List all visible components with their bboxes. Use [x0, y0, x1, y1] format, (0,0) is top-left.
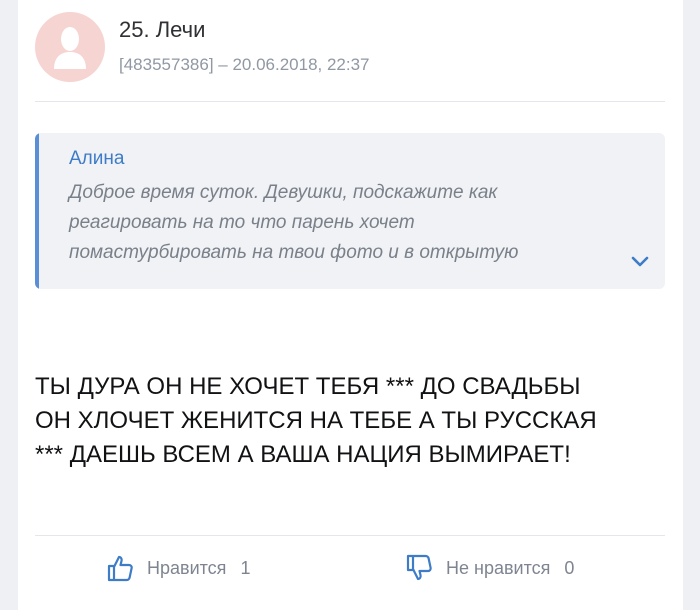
dislike-button[interactable]: Не нравится 0	[404, 550, 574, 586]
comment-card: 25. Лечи [483557386] – 20.06.2018, 22:37…	[18, 0, 683, 610]
quote-line: Доброе время суток. Девушки, подскажите …	[69, 182, 498, 203]
author-name[interactable]: 25. Лечи	[119, 17, 205, 43]
user-silhouette-icon	[54, 27, 86, 69]
post-meta: [483557386] – 20.06.2018, 22:37	[119, 55, 370, 74]
thumbs-down-icon	[406, 554, 432, 581]
avatar[interactable]	[35, 12, 105, 82]
quoted-message[interactable]: Алина Доброе время суток. Девушки, подск…	[35, 133, 665, 289]
divider	[35, 101, 665, 102]
comment-line: ТЫ ДУРА ОН НЕ ХОЧЕТ ТЕБЯ *** ДО СВАДЬБЫ	[35, 373, 581, 400]
quote-line: реагировать на то что парень хочет	[69, 212, 415, 233]
thumbs-up-icon	[107, 555, 133, 582]
like-count: 1	[240, 557, 251, 578]
quote-line: помастурбировать на твои фото и в открыт…	[69, 242, 519, 263]
comment-text: ТЫ ДУРА ОН НЕ ХОЧЕТ ТЕБЯ *** ДО СВАДЬБЫ …	[35, 370, 675, 472]
quote-bar	[35, 133, 39, 289]
dislike-count: 0	[564, 557, 575, 578]
dislike-label: Не нравится	[446, 557, 551, 578]
quote-text: Доброе время суток. Девушки, подскажите …	[69, 178, 629, 268]
comment-line: *** ДАЕШЬ ВСЕМ А ВАША НАЦИЯ ВЫМИРАЕТ!	[35, 441, 571, 468]
like-button[interactable]: Нравится 1	[105, 550, 250, 586]
like-label: Нравится	[147, 557, 227, 578]
divider	[35, 535, 665, 536]
chevron-down-icon[interactable]	[628, 249, 652, 273]
quote-author[interactable]: Алина	[69, 148, 124, 170]
comment-line: ОН ХЛОЧЕТ ЖЕНИТСЯ НА ТЕБЕ А ТЫ РУССКАЯ	[35, 407, 597, 434]
